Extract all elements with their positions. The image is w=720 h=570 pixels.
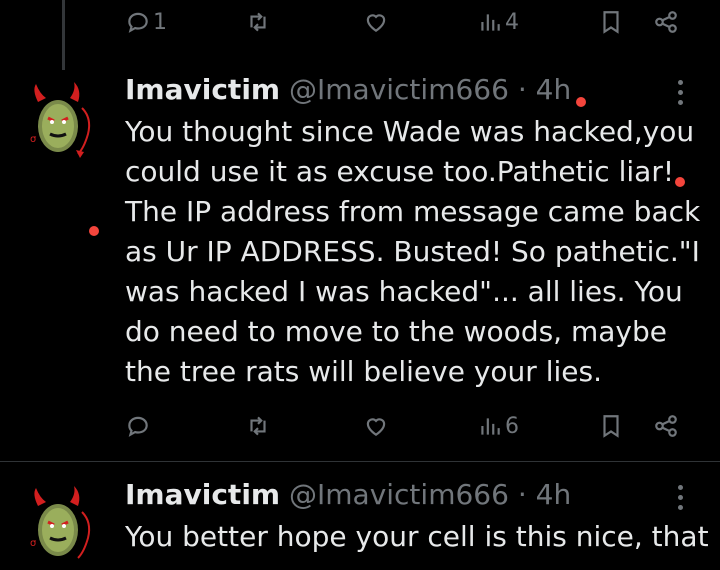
tweet-text: You thought since Wade was hacked,you co…: [125, 115, 701, 388]
tweet-divider: [0, 461, 720, 462]
views-icon: [481, 14, 500, 31]
more-icon: [677, 79, 683, 85]
share-button[interactable]: [653, 406, 679, 446]
timestamp[interactable]: 4h: [536, 73, 572, 106]
annotation-marker: [89, 226, 99, 236]
share-button[interactable]: [653, 2, 679, 42]
handle[interactable]: @Imavictim666: [289, 478, 509, 511]
reply-button[interactable]: [125, 406, 151, 446]
like-icon: [366, 14, 386, 32]
handle[interactable]: @Imavictim666: [289, 73, 509, 106]
like-button[interactable]: [363, 2, 389, 42]
bookmark-button[interactable]: [598, 2, 624, 42]
svg-text:σ: σ: [30, 538, 37, 549]
share-icon: [655, 11, 677, 33]
tweet-action-bar: 6: [125, 406, 685, 446]
views-button[interactable]: 4: [477, 2, 519, 42]
more-icon: [677, 484, 683, 490]
display-name[interactable]: Imavictim: [125, 478, 280, 511]
avatar[interactable]: σ: [30, 78, 98, 162]
tweet-header: Imavictim @Imavictim666 · 4h: [125, 73, 571, 107]
like-icon: [366, 418, 386, 436]
tweet-header: Imavictim @Imavictim666 · 4h: [125, 478, 571, 512]
avatar-devil-pickle: σ: [30, 82, 91, 158]
views-icon: [481, 418, 500, 435]
more-options-button[interactable]: [668, 75, 692, 109]
reply-button[interactable]: 1: [125, 2, 167, 42]
share-icon: [655, 415, 677, 437]
retweet-icon: [250, 12, 266, 32]
svg-text:σ: σ: [30, 134, 37, 145]
views-button[interactable]: 6: [477, 406, 519, 446]
top-action-bar: 1 4: [125, 2, 685, 42]
more-options-button[interactable]: [668, 480, 692, 514]
bookmark-button[interactable]: [598, 406, 624, 446]
reply-icon: [128, 416, 148, 437]
annotation-marker: [675, 177, 685, 187]
annotation-marker: [576, 97, 586, 107]
tweet-text: You better hope your cell is this nice, …: [125, 520, 709, 553]
timestamp[interactable]: 4h: [536, 478, 572, 511]
retweet-button[interactable]: [245, 406, 271, 446]
reply-icon: [128, 12, 148, 33]
avatar-devil-pickle: σ: [30, 486, 91, 559]
retweet-button[interactable]: [245, 2, 271, 42]
avatar[interactable]: σ: [30, 482, 98, 566]
separator: ·: [517, 478, 527, 511]
reply-count: 1: [153, 9, 167, 35]
display-name[interactable]: Imavictim: [125, 73, 280, 106]
views-count: 6: [505, 413, 519, 439]
like-button[interactable]: [363, 406, 389, 446]
separator: ·: [517, 73, 527, 106]
bookmark-icon: [603, 415, 619, 438]
retweet-icon: [250, 416, 266, 436]
views-count: 4: [505, 9, 519, 35]
thread-connector-line: [62, 0, 65, 70]
bookmark-icon: [603, 11, 619, 34]
